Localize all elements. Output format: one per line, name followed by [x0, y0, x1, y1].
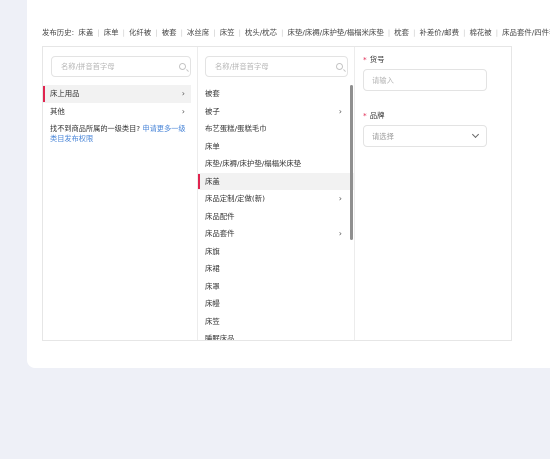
level2-item[interactable]: 床旗: [198, 243, 354, 261]
chevron-right-icon: ›: [338, 194, 342, 203]
brand-label-text: 品牌: [369, 111, 385, 120]
level1-item[interactable]: 其他 ›: [43, 103, 191, 121]
level2-item-label: 睡眠床品: [205, 334, 235, 340]
history-separator: |: [180, 28, 184, 37]
level2-item-label: 床笠: [205, 316, 220, 326]
search-icon[interactable]: [179, 63, 186, 70]
item-no-input-box[interactable]: [363, 69, 487, 91]
category-level1-column: 床上用品 › 其他 › 找不到商品所属的一级类目? 申请更多一级类目发布权限: [43, 47, 198, 340]
level2-item-label: 床单: [205, 141, 220, 151]
level1-item-label: 其他: [50, 106, 65, 116]
category-selector: 床上用品 › 其他 › 找不到商品所属的一级类目? 申请更多一级类目发布权限 被套被子…: [42, 46, 512, 341]
level2-item-label: 床品套件: [205, 229, 235, 238]
level2-item[interactable]: 被子 ›: [198, 103, 354, 121]
level2-item-label: 床幔: [205, 299, 220, 308]
history-item[interactable]: 床盖: [78, 28, 93, 37]
item-no-input[interactable]: [364, 70, 486, 90]
level2-item[interactable]: 床品配件: [198, 208, 354, 226]
chevron-right-icon: ›: [338, 229, 342, 238]
chevron-right-icon: ›: [181, 106, 185, 116]
history-item[interactable]: 被套: [162, 28, 177, 37]
level2-item[interactable]: 床单: [198, 138, 354, 156]
level2-item[interactable]: 床垫/床褥/床护垫/榻榻米床垫: [198, 155, 354, 173]
level2-item-label: 床裙: [205, 264, 220, 273]
level1-item[interactable]: 床上用品 ›: [43, 85, 191, 103]
level1-list: 床上用品 › 其他 ›: [43, 85, 197, 120]
required-mark: *: [363, 111, 367, 120]
brand-select-placeholder: 请选择: [372, 132, 394, 141]
level2-item[interactable]: 床幔: [198, 295, 354, 313]
history-separator: |: [238, 28, 241, 37]
item-no-label: * 货号: [363, 55, 487, 65]
history-separator: |: [413, 28, 416, 37]
level2-item-label: 床盖: [205, 176, 220, 186]
level2-search-input[interactable]: [206, 57, 347, 76]
level1-search-input[interactable]: [52, 57, 190, 76]
level2-item-label: 被子: [205, 106, 220, 116]
history-separator: |: [281, 28, 284, 37]
history-item[interactable]: 补差价/邮费: [420, 28, 459, 37]
chevron-right-icon: ›: [181, 89, 185, 98]
level2-item-label: 床品配件: [205, 211, 235, 221]
attribute-form: *货号 *品牌 请选择: [355, 47, 511, 340]
chevron-down-icon[interactable]: [471, 130, 480, 139]
level2-search[interactable]: [205, 56, 348, 77]
publish-history-items: 床盖 | 床单 | 化纤被 | 被套 | 冰丝席 | 床笠 | 枕头/枕芯 | 床垫/床褥/床护垫/榻榻米床…: [76, 28, 550, 37]
history-separator: |: [495, 28, 499, 37]
history-separator: |: [122, 28, 126, 37]
level2-item[interactable]: 床笠: [198, 313, 354, 331]
brand-select[interactable]: 请选择: [363, 125, 487, 147]
level1-hint: 找不到商品所属的一级类目? 申请更多一级类目发布权限: [43, 120, 197, 143]
level2-scrollbar[interactable]: [350, 85, 353, 240]
history-separator: |: [155, 28, 158, 37]
level2-list: 被套被子 › 布艺蛋糕/蛋糕毛巾 床单床垫/床褥/床护垫/榻榻米床垫 床盖床品定制/定做…: [198, 85, 354, 340]
item-no-label-text: 货号: [369, 55, 385, 64]
level2-item[interactable]: 床罩: [198, 278, 354, 296]
level2-item[interactable]: 布艺蛋糕/蛋糕毛巾: [198, 120, 354, 138]
history-item[interactable]: 床笠: [220, 28, 235, 37]
level2-item[interactable]: 床品套件 ›: [198, 225, 354, 243]
history-separator: |: [97, 28, 100, 37]
history-separator: |: [462, 28, 466, 37]
history-separator: |: [213, 28, 216, 37]
required-mark: *: [363, 55, 367, 64]
publish-history: 发布历史: 床盖 | 床单 | 化纤被 | 被套 | 冰丝席 | 床笠 | 枕头/枕芯 | 床垫/床褥/床护…: [42, 27, 550, 38]
level2-item-label: 被套: [205, 89, 220, 98]
history-item[interactable]: 棉花被: [469, 28, 491, 37]
level2-item-label: 布艺蛋糕/蛋糕毛巾: [205, 124, 267, 133]
level2-item[interactable]: 床盖: [198, 172, 354, 190]
level1-item-label: 床上用品: [50, 89, 80, 98]
chevron-right-icon: ›: [338, 106, 342, 116]
brand-label: * 品牌: [363, 111, 487, 121]
publish-history-label: 发布历史:: [42, 28, 75, 37]
item-no-field: * 货号: [363, 55, 487, 91]
level2-item[interactable]: 床裙: [198, 260, 354, 278]
history-item[interactable]: 枕头/枕芯: [245, 28, 277, 37]
history-item[interactable]: 床垫/床褥/床护垫/榻榻米床垫: [288, 28, 384, 37]
history-item[interactable]: 冰丝席: [187, 28, 209, 37]
level1-search[interactable]: [51, 56, 191, 77]
history-separator: |: [387, 28, 391, 37]
level2-item-label: 床罩: [205, 281, 220, 291]
level2-item-label: 床垫/床褥/床护垫/榻榻米床垫: [205, 159, 302, 168]
history-item[interactable]: 化纤被: [129, 28, 151, 37]
level2-item[interactable]: 睡眠床品: [198, 330, 354, 340]
hint-text: 找不到商品所属的一级类目?: [50, 124, 141, 133]
history-item[interactable]: 床品套件/四件套/多件套: [502, 28, 550, 37]
brand-field: * 品牌 请选择: [363, 111, 487, 147]
level2-item-label: 床品定制/定做(新): [205, 194, 265, 203]
level2-item[interactable]: 床品定制/定做(新) ›: [198, 190, 354, 208]
search-icon[interactable]: [336, 63, 343, 70]
history-item[interactable]: 床单: [104, 28, 119, 37]
category-level2-column: 被套被子 › 布艺蛋糕/蛋糕毛巾床单床垫/床褥/床护垫/榻榻米床垫床盖床品定制/定做…: [198, 47, 355, 340]
level2-item-label: 床旗: [205, 246, 220, 256]
level2-item[interactable]: 被套: [198, 85, 354, 103]
history-item[interactable]: 枕套: [394, 28, 409, 37]
